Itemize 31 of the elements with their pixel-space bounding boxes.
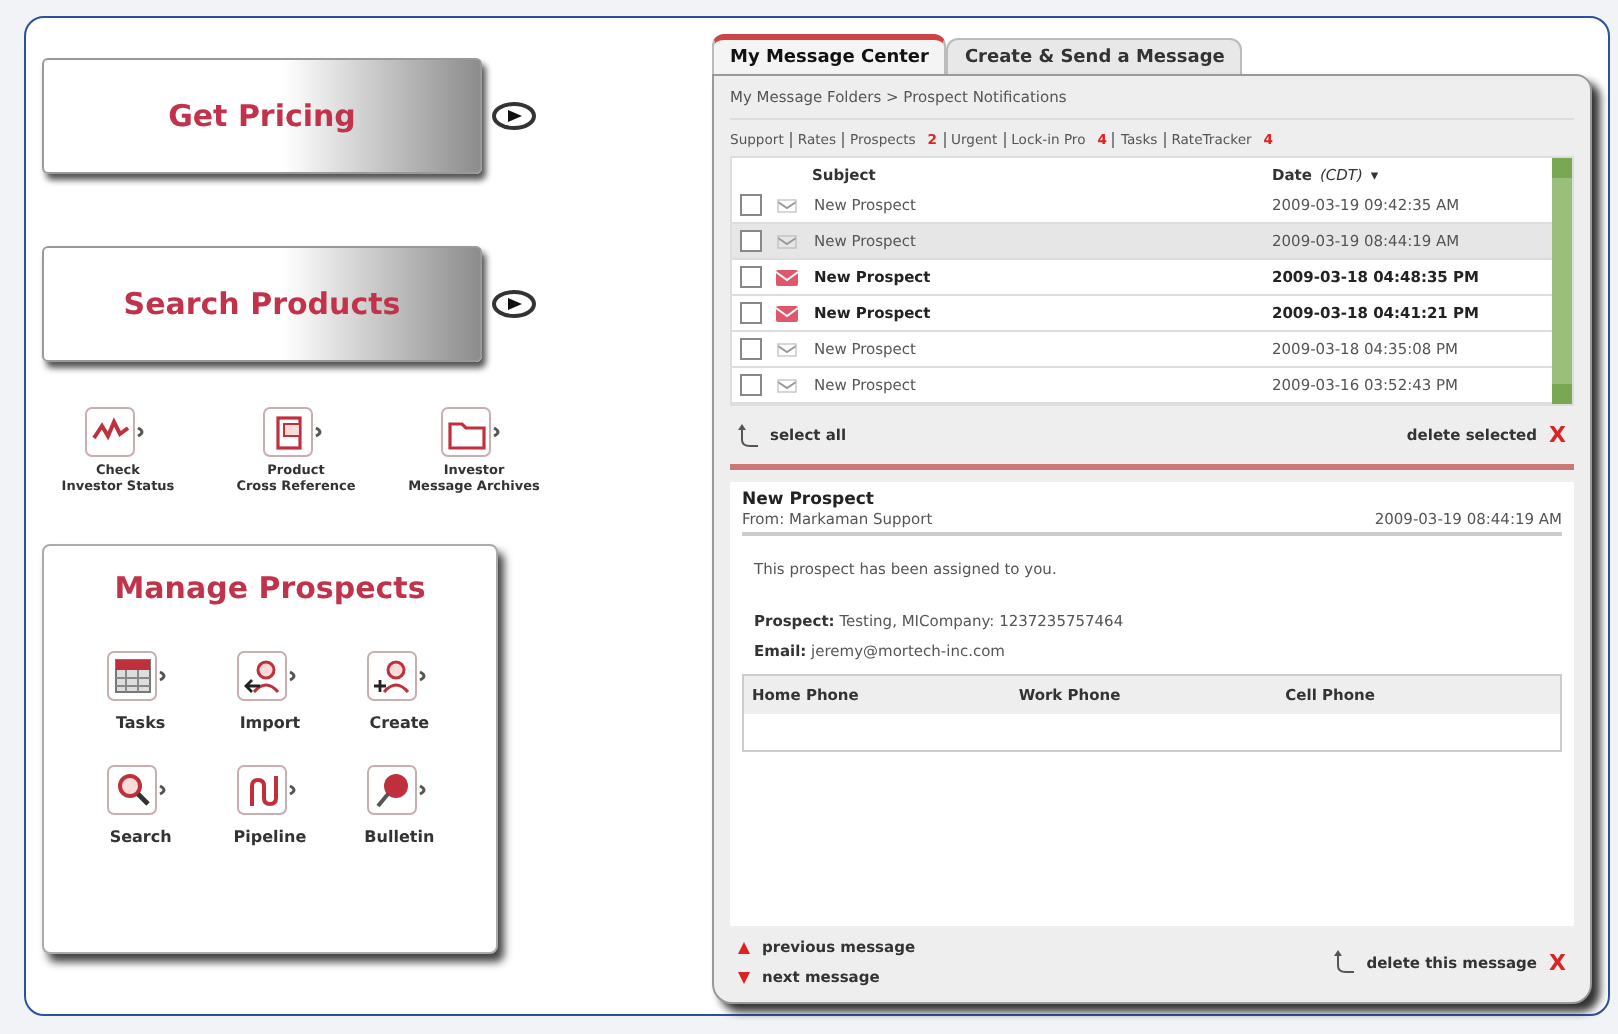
checkbox[interactable] [740, 230, 762, 252]
scrollbar[interactable] [1552, 158, 1572, 404]
big-button[interactable]: Get Pricing [42, 58, 482, 174]
checkbox[interactable] [740, 374, 762, 396]
envelope-icon [776, 377, 798, 393]
icon-label: Bulletin [364, 827, 435, 846]
envelope-icon [776, 305, 798, 321]
delete-icon[interactable]: X [1549, 949, 1566, 975]
icon-label: Search [109, 827, 172, 846]
checkbox[interactable] [740, 266, 762, 288]
checkbox[interactable] [740, 338, 762, 360]
envelope-icon [776, 233, 798, 249]
envelope-icon [776, 197, 798, 213]
tab[interactable]: My Message Center [712, 34, 947, 74]
curved-arrow-icon [738, 423, 758, 447]
message-subject: New Prospect [742, 490, 876, 510]
up-triangle-icon [738, 941, 750, 953]
icon-label: Pipeline [233, 827, 307, 846]
down-triangle-icon [738, 971, 750, 983]
envelope-icon [776, 269, 798, 285]
icon-label: Create [369, 713, 430, 732]
envelope-icon [776, 341, 798, 357]
checkbox[interactable] [740, 302, 762, 324]
checkbox[interactable] [740, 194, 762, 216]
delete-icon[interactable]: X [1549, 422, 1566, 448]
icon-label: Import [239, 713, 301, 732]
tab[interactable]: Create & Send a Message [946, 38, 1243, 74]
big-button[interactable]: Search Products [42, 246, 482, 362]
curved-arrow-icon [1334, 950, 1355, 974]
panel-title: Manage Prospects [112, 569, 428, 606]
icon-label: Tasks [115, 713, 166, 732]
